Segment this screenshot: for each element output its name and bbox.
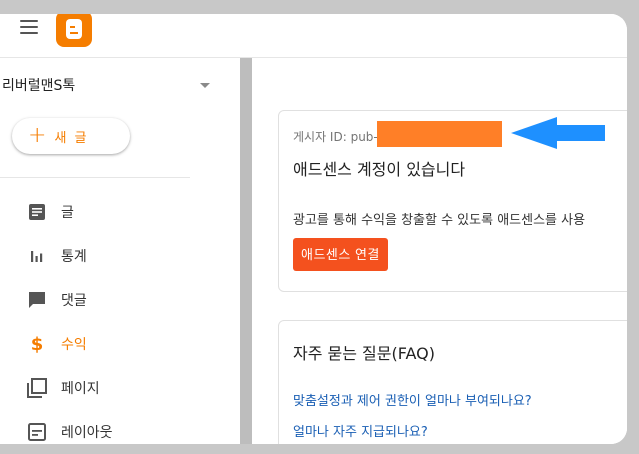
faq-card: 자주 묻는 질문(FAQ) 맞춤설정과 제어 권한이 얼마나 부여되나요? 얼마… bbox=[278, 320, 627, 444]
app-window: 리버럴맨S톡 + 새 글 글 통계 댓글 $ 수익 페이지 레이아웃 게시자 I… bbox=[0, 14, 627, 444]
blogger-logo-icon[interactable] bbox=[56, 14, 92, 47]
publisher-id-label: 게시자 ID: pub- bbox=[293, 130, 378, 144]
stats-icon bbox=[27, 246, 47, 266]
sidebar-nav: 글 통계 댓글 $ 수익 페이지 레이아웃 bbox=[0, 190, 240, 444]
dropdown-arrow-icon bbox=[200, 83, 210, 88]
comments-icon bbox=[27, 290, 47, 310]
sidebar-item-label: 레이아웃 bbox=[61, 425, 113, 441]
top-bar bbox=[0, 14, 627, 58]
adsense-card: 게시자 ID: pub- 애드센스 계정이 있습니다 광고를 통해 수익을 창출… bbox=[278, 110, 627, 292]
blog-name: 리버럴맨S톡 bbox=[2, 78, 76, 94]
plus-icon: + bbox=[28, 123, 47, 148]
faq-title: 자주 묻는 질문(FAQ) bbox=[293, 344, 435, 363]
pointer-arrow-icon bbox=[511, 117, 605, 149]
dollar-icon: $ bbox=[30, 333, 44, 355]
sidebar-item-layout[interactable]: 레이아웃 bbox=[0, 410, 240, 444]
new-post-button[interactable]: + 새 글 bbox=[12, 118, 130, 154]
faq-link[interactable]: 얼마나 자주 지급되나요? bbox=[293, 421, 428, 440]
sidebar-item-pages[interactable]: 페이지 bbox=[0, 366, 240, 410]
sidebar: 리버럴맨S톡 + 새 글 글 통계 댓글 $ 수익 페이지 레이아웃 bbox=[0, 58, 240, 444]
faq-link[interactable]: 맞춤설정과 제어 권한이 얼마나 부여되나요? bbox=[293, 390, 532, 409]
sidebar-item-label: 수익 bbox=[61, 337, 87, 353]
posts-icon bbox=[27, 202, 47, 222]
redaction-box bbox=[377, 121, 502, 147]
sidebar-item-stats[interactable]: 통계 bbox=[0, 234, 240, 278]
pages-icon bbox=[27, 378, 47, 398]
sidebar-item-label: 통계 bbox=[61, 249, 87, 265]
blog-selector[interactable]: 리버럴맨S톡 bbox=[0, 74, 220, 98]
adsense-title: 애드센스 계정이 있습니다 bbox=[293, 160, 466, 179]
adsense-description: 광고를 통해 수익을 창출할 수 있도록 애드센스를 사용 bbox=[293, 213, 586, 228]
sidebar-item-earnings[interactable]: $ 수익 bbox=[0, 322, 240, 366]
layout-icon bbox=[27, 422, 47, 442]
sidebar-scrollbar[interactable] bbox=[240, 58, 252, 444]
connect-adsense-button[interactable]: 애드센스 연결 bbox=[293, 238, 388, 271]
sidebar-item-label: 글 bbox=[61, 205, 74, 221]
sidebar-item-comments[interactable]: 댓글 bbox=[0, 278, 240, 322]
main-content: 게시자 ID: pub- 애드센스 계정이 있습니다 광고를 통해 수익을 창출… bbox=[252, 58, 627, 444]
hamburger-menu-icon[interactable] bbox=[20, 20, 38, 34]
sidebar-item-label: 댓글 bbox=[61, 293, 87, 309]
sidebar-divider bbox=[0, 177, 190, 178]
new-post-label: 새 글 bbox=[54, 130, 89, 146]
sidebar-item-label: 페이지 bbox=[61, 381, 100, 397]
sidebar-item-posts[interactable]: 글 bbox=[0, 190, 240, 234]
